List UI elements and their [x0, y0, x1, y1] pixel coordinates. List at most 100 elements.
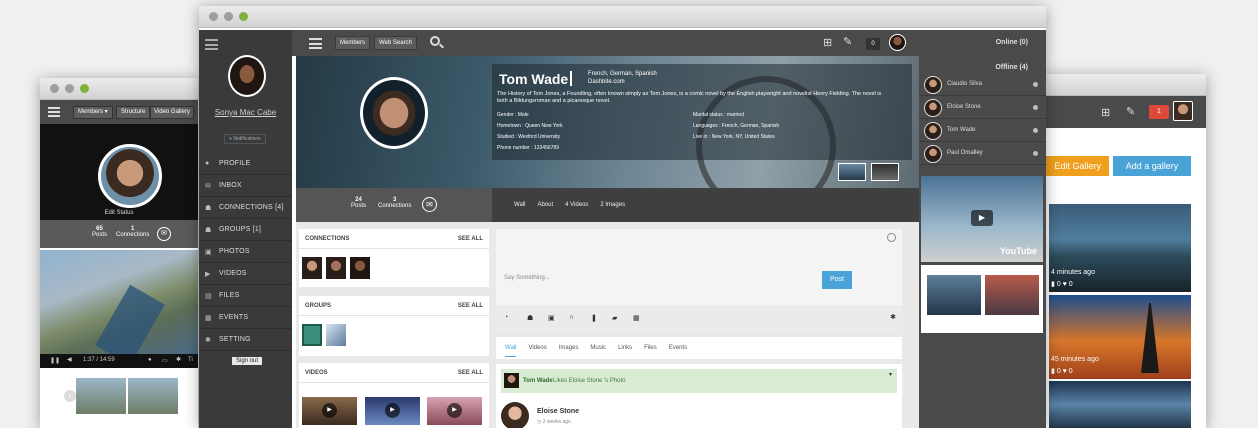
avatar[interactable] — [98, 144, 162, 208]
composer-input[interactable]: Say Something... — [504, 275, 550, 281]
add-gallery-button[interactable]: Add a gallery — [1113, 156, 1191, 176]
gallery-photo[interactable]: 4 minutes ago ▮ 0 ♥ 0 — [1049, 204, 1191, 292]
smiley-icon[interactable] — [887, 233, 896, 242]
feed-tab[interactable]: Files — [644, 345, 657, 351]
contact-item[interactable]: Eloise Stone — [919, 96, 1046, 119]
menu-icon[interactable] — [205, 39, 218, 50]
contact-item[interactable]: Claudio Silva — [919, 73, 1046, 96]
edit-icon[interactable]: ✎ — [1126, 105, 1135, 118]
fullscreen-icon[interactable]: ▭ — [162, 357, 168, 364]
web-search-button[interactable]: Web Search — [374, 36, 417, 50]
minimize-dot[interactable] — [224, 12, 233, 21]
connection-avatar[interactable] — [302, 257, 322, 279]
city-aerial-video[interactable] — [40, 250, 198, 354]
minimize-dot[interactable] — [65, 84, 74, 93]
maximize-dot[interactable] — [239, 12, 248, 21]
chevron-down-icon[interactable]: ▾ — [889, 371, 892, 378]
video-thumbnail[interactable] — [128, 378, 178, 414]
cover-thumbnail[interactable] — [838, 163, 866, 181]
play-icon[interactable]: ▶ — [971, 210, 993, 226]
folder-icon[interactable]: ▰ — [612, 314, 617, 322]
sidebar-item-videos[interactable]: ▶ VIDEOS — [199, 263, 292, 285]
bookmark-icon[interactable]: ❚ — [591, 314, 597, 322]
feed-tab[interactable]: Links — [618, 345, 632, 351]
feed-tab[interactable]: Events — [669, 345, 687, 351]
like-icon[interactable]: ♥ — [1063, 368, 1067, 375]
post-button[interactable]: Post — [822, 271, 852, 289]
structure-icon[interactable]: ⊞ — [823, 36, 832, 49]
settings-icon[interactable]: ✱ — [176, 356, 181, 363]
search-icon[interactable] — [430, 36, 444, 49]
play-icon[interactable]: ▶ — [447, 403, 462, 418]
close-dot[interactable] — [50, 84, 59, 93]
sidebar-item-inbox[interactable]: ✉ INBOX — [199, 175, 292, 197]
calendar-icon[interactable]: ▦ — [633, 314, 640, 322]
comment-icon[interactable]: ▮ — [1051, 281, 1055, 288]
topbar-badge[interactable]: 0 — [866, 38, 880, 50]
menu-icon[interactable] — [309, 38, 322, 49]
cover-thumbnail[interactable] — [871, 163, 899, 181]
settings-icon[interactable]: ✱ — [890, 313, 896, 321]
post-author-avatar[interactable] — [501, 402, 529, 428]
people-icon[interactable]: ☗ — [527, 314, 533, 322]
video-thumbnail[interactable]: ▶ — [365, 397, 420, 425]
sidebar-item-connections[interactable]: ☗ CONNECTIONS [4] — [199, 197, 292, 219]
feed-tab[interactable]: Videos — [528, 345, 546, 351]
avatar[interactable] — [889, 34, 906, 51]
profile-tab[interactable]: About — [537, 202, 553, 208]
video-thumbnail[interactable] — [921, 265, 1043, 333]
feed-tab[interactable]: Wall — [505, 345, 517, 357]
connection-avatar[interactable] — [350, 257, 370, 279]
members-button[interactable]: Members — [335, 36, 371, 50]
edit-icon[interactable]: ✎ — [843, 35, 852, 48]
youtube-video[interactable]: ▶ YouTube — [921, 176, 1043, 262]
video-gallery-button[interactable]: Video Gallery — [150, 106, 194, 119]
contact-item[interactable]: Tom Wade — [919, 119, 1046, 142]
sidebar-item-files[interactable]: ▤ FILES — [199, 285, 292, 307]
members-dropdown[interactable]: Members ▾ — [73, 106, 113, 119]
like-icon[interactable]: ♥ — [1063, 281, 1067, 288]
notification-badge[interactable]: 1 — [1149, 105, 1169, 119]
menu-icon[interactable] — [48, 107, 60, 117]
comment-icon[interactable]: ▮ — [1051, 368, 1055, 375]
user-name[interactable]: Sonya Mac Cabe — [199, 108, 292, 117]
group-thumbnail[interactable] — [326, 324, 346, 346]
headphones-icon[interactable]: ∩ — [569, 314, 574, 321]
feed-tab[interactable]: Music — [590, 345, 606, 351]
sign-out-button[interactable]: Sign out — [232, 357, 263, 365]
sidebar-item-profile[interactable]: ● PROFILE — [199, 153, 292, 175]
chevron-left-icon[interactable]: ‹ — [64, 390, 76, 402]
video-thumbnail[interactable]: ▶ — [302, 397, 357, 425]
play-icon[interactable]: ▶ — [385, 403, 400, 418]
notifications-button[interactable]: ● Notifications — [224, 134, 266, 144]
close-dot[interactable] — [209, 12, 218, 21]
message-icon[interactable]: ✉ — [157, 227, 171, 241]
info-icon[interactable]: ● — [148, 357, 152, 363]
profile-avatar[interactable] — [360, 77, 428, 149]
avatar[interactable] — [1173, 101, 1193, 121]
mood-icon[interactable]: ◔ — [504, 314, 508, 321]
gallery-photo[interactable] — [1049, 381, 1191, 428]
structure-button[interactable]: Structure — [116, 106, 151, 119]
volume-icon[interactable]: ◀ — [67, 356, 72, 363]
group-thumbnail[interactable] — [302, 324, 322, 346]
edit-status-link[interactable]: Edit Status — [40, 210, 198, 216]
feed-tab[interactable]: Images — [559, 345, 579, 351]
see-all-link[interactable]: SEE ALL — [458, 236, 483, 242]
sidebar-item-setting[interactable]: ✱ SETTING — [199, 329, 292, 351]
connection-avatar[interactable] — [326, 257, 346, 279]
video-thumbnail[interactable]: ▶ — [427, 397, 482, 425]
edit-gallery-button[interactable]: Edit Gallery — [1043, 156, 1109, 176]
profile-tab[interactable]: 4 Videos — [565, 202, 588, 208]
structure-icon[interactable]: ⊞ — [1101, 106, 1110, 119]
contact-item[interactable]: Paul Omalley — [919, 142, 1046, 165]
play-icon[interactable]: ▶ — [322, 403, 337, 418]
see-all-link[interactable]: SEE ALL — [458, 303, 483, 309]
pause-icon[interactable]: ❚❚ — [50, 357, 60, 364]
sidebar-item-groups[interactable]: ☗ GROUPS [1] — [199, 219, 292, 241]
activity-avatar[interactable] — [504, 373, 519, 388]
message-icon[interactable]: ✉ — [422, 197, 437, 212]
post-author-name[interactable]: Eloise Stone — [537, 408, 579, 415]
video-thumbnail[interactable] — [76, 378, 126, 414]
user-avatar[interactable] — [228, 55, 266, 97]
